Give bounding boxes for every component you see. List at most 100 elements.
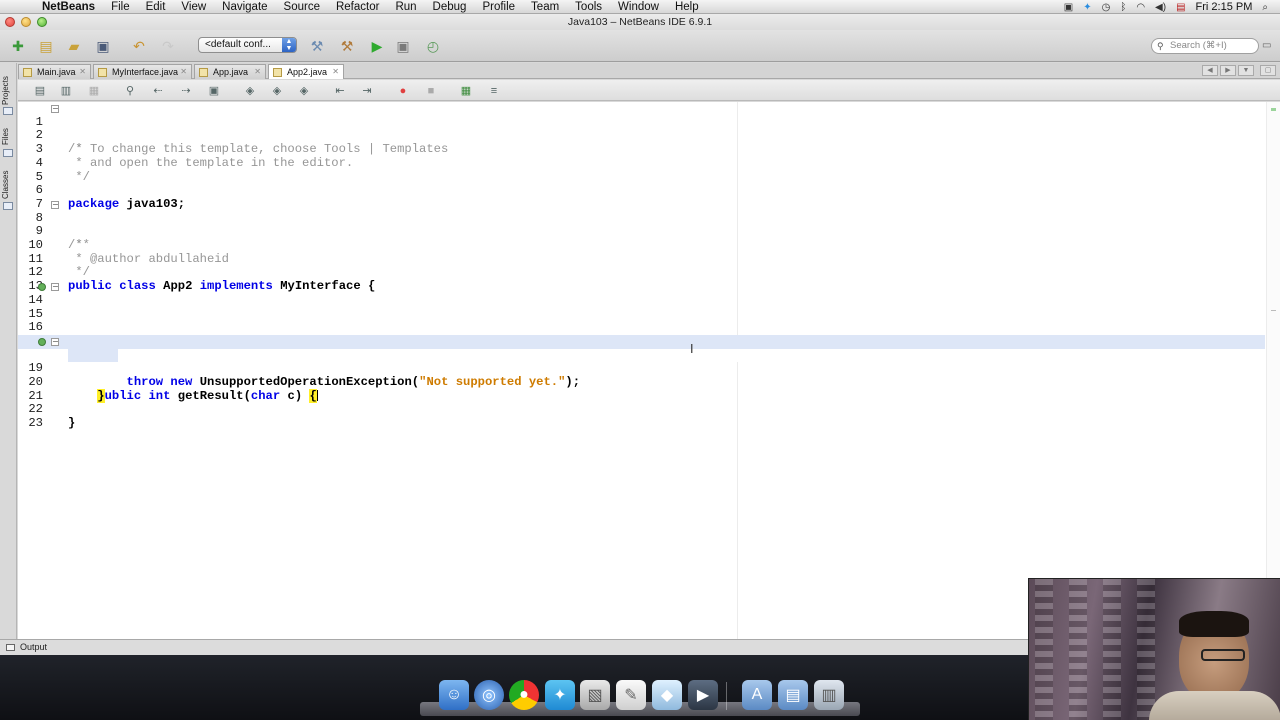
shift-right-icon[interactable]: ⇥ (359, 83, 375, 98)
close-window-button[interactable] (5, 17, 15, 27)
twitter-dock-icon[interactable]: ✦ (545, 680, 575, 710)
new-project-icon[interactable]: ✚ (8, 36, 28, 56)
side-tab-classes[interactable]: Classes (1, 167, 15, 203)
minimize-window-button[interactable] (21, 17, 31, 27)
undo-icon[interactable]: ↶ (129, 36, 149, 56)
close-tab-icon[interactable]: ✕ (180, 65, 187, 79)
applications-folder-icon[interactable]: A (742, 680, 772, 710)
source-view-icon[interactable]: ▤ (32, 83, 48, 98)
menu-window[interactable]: Window (618, 1, 659, 13)
tab-app-java[interactable]: App.java ✕ (194, 64, 266, 79)
tab-scroll-right-icon[interactable]: ▶ (1220, 65, 1236, 76)
run-triangle-icon[interactable]: ▶ (367, 36, 387, 56)
clean-build-icon[interactable]: ⚒ (337, 36, 357, 56)
tab-list-icon[interactable]: ▼ (1238, 65, 1254, 76)
toolbar-toggle-icon[interactable]: ▭ (1262, 40, 1271, 51)
menu-tools[interactable]: Tools (575, 1, 602, 13)
finder-dock-icon[interactable]: ☺ (439, 680, 469, 710)
menu-help[interactable]: Help (675, 1, 699, 13)
menu-refactor[interactable]: Refactor (336, 1, 379, 13)
toggle-bookmark-icon[interactable]: ◈ (296, 83, 312, 98)
back-icon[interactable]: ▦ (86, 83, 102, 98)
chrome-dock-icon[interactable]: ● (509, 680, 539, 710)
tab-app2-java[interactable]: App2.java ✕ (268, 64, 344, 79)
zoom-window-button[interactable] (37, 17, 47, 27)
code-editor[interactable]: 1 − /* 2 * To change this template, choo… (18, 102, 1280, 639)
start-macro-icon[interactable]: ● (395, 83, 411, 98)
next-bookmark-icon[interactable]: ◈ (269, 83, 285, 98)
previous-bookmark-icon[interactable]: ◈ (242, 83, 258, 98)
profile-icon[interactable]: ◴ (423, 36, 443, 56)
new-file-icon[interactable]: ▤ (36, 36, 56, 56)
save-all-icon[interactable]: ▣ (93, 36, 113, 56)
side-tab-files[interactable]: Files (1, 123, 15, 151)
implements-method-icon[interactable] (38, 283, 46, 292)
fold-collapse-icon[interactable]: − (51, 105, 59, 113)
find-next-icon[interactable]: ⇢ (178, 83, 194, 98)
open-project-icon[interactable]: ▰ (64, 36, 84, 56)
spotlight-icon[interactable]: ⌕ (1262, 2, 1268, 13)
menu-view[interactable]: View (181, 1, 206, 13)
tab-label: App.java (213, 67, 249, 77)
find-previous-icon[interactable]: ⇠ (150, 83, 166, 98)
history-icon[interactable]: ▥ (58, 83, 74, 98)
toggle-highlight-icon[interactable]: ▣ (206, 83, 222, 98)
menu-file[interactable]: File (111, 1, 130, 13)
bluetooth-icon[interactable]: ᛒ (1120, 2, 1126, 13)
preview-dock-icon[interactable]: ▧ (580, 680, 610, 710)
fold-collapse-icon[interactable]: − (51, 337, 59, 346)
menu-navigate[interactable]: Navigate (222, 1, 267, 13)
debug-icon[interactable]: ▣ (393, 36, 413, 56)
code-line: 4 */ (18, 143, 1265, 183)
code-line: 9 * (18, 212, 1265, 252)
volume-icon[interactable]: ◀) (1155, 2, 1166, 13)
menu-edit[interactable]: Edit (146, 1, 166, 13)
main-toolbar: ✚ ▤ ▰ ▣ ↶ ↷ <default conf... ▲ ▼ ⚒ ⚒ ▶ ▣ … (0, 30, 1280, 62)
menubar-clock[interactable]: Fri 2:15 PM (1196, 1, 1253, 13)
close-tab-icon[interactable]: ✕ (254, 65, 261, 79)
netbeans-dock-icon[interactable]: ◆ (652, 680, 682, 710)
code-line: 6 package java103; (18, 171, 1265, 210)
menu-debug[interactable]: Debug (433, 1, 467, 13)
twitter-status-icon[interactable]: ✦ (1083, 2, 1091, 13)
safari-dock-icon[interactable]: ◎ (474, 680, 504, 710)
tab-scroll-left-icon[interactable]: ◀ (1202, 65, 1218, 76)
maximize-editor-icon[interactable]: ▢ (1260, 65, 1276, 76)
status-ok-marker (1271, 108, 1276, 111)
menu-run[interactable]: Run (395, 1, 416, 13)
close-tab-icon[interactable]: ✕ (79, 65, 86, 79)
error-stripe[interactable] (1266, 102, 1280, 639)
wifi-icon[interactable]: ◠ (1136, 2, 1145, 13)
menu-team[interactable]: Team (531, 1, 559, 13)
input-flag-icon[interactable]: ▤ (1176, 2, 1185, 13)
implements-method-icon[interactable] (38, 337, 46, 346)
time-machine-icon[interactable]: ◷ (1102, 2, 1111, 13)
screenflow-dock-icon[interactable]: ▶ (688, 680, 718, 710)
comment-icon[interactable]: ≡ (486, 83, 502, 98)
output-label[interactable]: Output (20, 640, 47, 655)
code-line: 10 * @author abdullaheid (18, 225, 1265, 265)
find-icon[interactable]: ⚲ (122, 83, 138, 98)
trash-dock-icon[interactable]: ▥ (814, 680, 844, 710)
fold-collapse-icon[interactable]: − (51, 283, 59, 292)
camera-status-icon[interactable]: ▣ (1064, 2, 1073, 13)
menu-app-name[interactable]: NetBeans (42, 1, 95, 13)
check-file-icon[interactable]: ▦ (458, 83, 474, 98)
tab-main-java[interactable]: Main.java ✕ (18, 64, 91, 79)
textedit-dock-icon[interactable]: ✎ (616, 680, 646, 710)
shift-left-icon[interactable]: ⇤ (332, 83, 348, 98)
close-tab-icon[interactable]: ✕ (332, 65, 339, 79)
fold-collapse-icon[interactable]: − (51, 200, 59, 209)
redo-icon[interactable]: ↷ (158, 36, 178, 56)
tab-myinterface-java[interactable]: MyInterface.java ✕ (93, 64, 192, 79)
menu-source[interactable]: Source (284, 1, 320, 13)
build-hammer-icon[interactable]: ⚒ (307, 36, 327, 56)
menu-profile[interactable]: Profile (482, 1, 515, 13)
documents-folder-icon[interactable]: ▤ (778, 680, 808, 710)
stop-macro-icon[interactable]: ■ (423, 83, 439, 98)
projects-panel-icon (3, 107, 13, 115)
configuration-select[interactable]: <default conf... ▲ ▼ (198, 37, 297, 53)
search-input[interactable]: ⚲ Search (⌘+I) (1151, 38, 1259, 54)
side-tab-projects[interactable]: Projects (1, 71, 15, 111)
code-line: 19 throw new UnsupportedOperationExcepti… (18, 348, 1265, 389)
